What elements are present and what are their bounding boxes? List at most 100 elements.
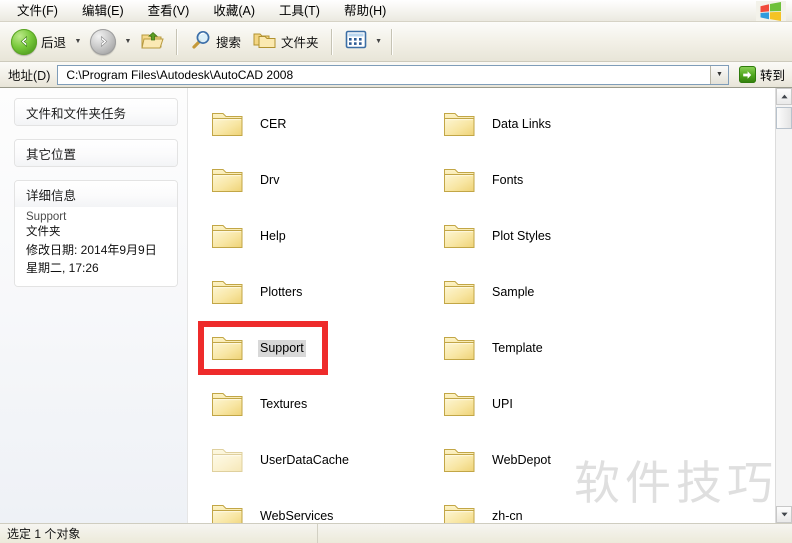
file-item-label: Support	[258, 339, 306, 357]
file-item-plotters[interactable]: Plotters	[202, 264, 434, 320]
file-item-label: Plot Styles	[492, 228, 552, 243]
toolbar-separator-2	[330, 28, 333, 55]
details-modified-date-line2: 星期二, 17:26	[26, 261, 99, 275]
scrollbar-thumb[interactable]	[776, 107, 792, 129]
folder-icon	[442, 108, 480, 140]
file-item-label: Data Links	[492, 116, 552, 131]
scroll-down-button[interactable]	[776, 506, 792, 523]
file-item-support[interactable]: Support	[202, 320, 434, 376]
status-bar: 选定 1 个对象	[0, 523, 792, 543]
folders-button[interactable]: 文件夹	[247, 25, 325, 59]
address-dropdown-icon[interactable]: ▼	[709, 65, 728, 84]
file-item-label: Plotters	[260, 284, 303, 299]
menu-edit[interactable]: 编辑(E)	[79, 2, 135, 20]
file-item-label: Textures	[260, 396, 308, 411]
menu-help[interactable]: 帮助(H)	[341, 2, 397, 20]
file-item-label: UPI	[492, 396, 513, 411]
panel-details[interactable]: 详细信息 Support 文件夹 修改日期: 2014年9月9日 星期二, 17…	[14, 180, 178, 287]
menu-file[interactable]: 文件(F)	[14, 2, 69, 20]
menu-tools[interactable]: 工具(T)	[276, 2, 331, 20]
file-item-label: Sample	[492, 284, 535, 299]
go-label: 转到	[759, 69, 785, 83]
up-folder-icon	[140, 29, 164, 54]
views-icon	[345, 30, 367, 53]
file-item-upi[interactable]: UPI	[434, 376, 666, 432]
folder-icon	[210, 108, 248, 140]
folder-icon	[210, 388, 248, 420]
folder-icon	[210, 500, 248, 523]
folder-icon	[442, 500, 480, 523]
file-item-help[interactable]: Help	[202, 208, 434, 264]
file-item-sample[interactable]: Sample	[434, 264, 666, 320]
address-bar: 地址(D) ▼ 转到	[0, 62, 792, 88]
file-item-data-links[interactable]: Data Links	[434, 96, 666, 152]
forward-dropdown-icon[interactable]: ▼	[122, 38, 134, 45]
go-button[interactable]: 转到	[736, 64, 788, 85]
file-item-label: UserDataCache	[260, 452, 349, 467]
folder-icon	[442, 388, 480, 420]
file-item-userdatacache[interactable]: UserDataCache	[202, 432, 434, 488]
folders-label: 文件夹	[281, 36, 319, 50]
status-filler	[318, 524, 792, 543]
scroll-up-button[interactable]	[776, 88, 792, 105]
details-item-type: 文件夹	[26, 226, 61, 238]
file-item-plot-styles[interactable]: Plot Styles	[434, 208, 666, 264]
folder-icon	[442, 444, 480, 476]
file-item-label: zh-cn	[492, 508, 523, 523]
file-item-label: Drv	[260, 172, 280, 187]
task-pane: 文件和文件夹任务 其它位置 详细信息 Support 文件夹 修改日期: 201…	[0, 88, 188, 523]
panel-details-title: 详细信息	[15, 181, 177, 207]
panel-file-folder-tasks[interactable]: 文件和文件夹任务	[14, 98, 178, 126]
file-item-label: WebDepot	[492, 452, 551, 467]
scrollbar-track[interactable]	[776, 105, 792, 506]
file-item-textures[interactable]: Textures	[202, 376, 434, 432]
folders-icon	[253, 29, 277, 54]
forward-button[interactable]	[84, 25, 122, 59]
panel-other-places[interactable]: 其它位置	[14, 139, 178, 167]
file-item-label: Fonts	[492, 172, 524, 187]
folder-icon	[210, 276, 248, 308]
panel-other-places-title: 其它位置	[15, 140, 177, 166]
folder-icon	[442, 164, 480, 196]
explorer-window: 文件(F) 编辑(E) 查看(V) 收藏(A) 工具(T) 帮助(H) 后退 ▼…	[0, 0, 792, 543]
content-area: 文件和文件夹任务 其它位置 详细信息 Support 文件夹 修改日期: 201…	[0, 88, 792, 523]
folder-icon	[442, 276, 480, 308]
back-arrow-icon	[11, 28, 37, 55]
search-label: 搜索	[216, 36, 242, 50]
file-item-label: CER	[260, 116, 287, 131]
windows-flag-icon	[756, 1, 786, 21]
vertical-scrollbar[interactable]	[775, 88, 792, 523]
address-input[interactable]	[58, 64, 710, 85]
file-item-label: Template	[492, 340, 543, 355]
back-label: 后退	[41, 36, 67, 50]
folder-icon	[210, 332, 248, 364]
toolbar-separator-1	[176, 28, 179, 55]
details-item-name: Support	[26, 211, 67, 223]
details-modified-date-line1: 修改日期: 2014年9月9日	[26, 243, 157, 257]
file-item-cer[interactable]: CER	[202, 96, 434, 152]
file-item-webservices[interactable]: WebServices	[202, 488, 434, 523]
search-button[interactable]: 搜索	[184, 25, 247, 59]
file-item-drv[interactable]: Drv	[202, 152, 434, 208]
address-input-wrapper[interactable]: ▼	[57, 64, 729, 85]
folder-icon	[210, 444, 248, 476]
folder-icon	[210, 220, 248, 252]
status-selection-text: 选定 1 个对象	[0, 524, 318, 543]
menu-view[interactable]: 查看(V)	[145, 2, 201, 20]
file-item-template[interactable]: Template	[434, 320, 666, 376]
address-label: 地址(D)	[8, 69, 51, 83]
panel-file-folder-tasks-title: 文件和文件夹任务	[15, 99, 177, 125]
up-button[interactable]	[134, 25, 170, 59]
file-list-pane[interactable]: CER Data Links Drv Fonts Help Plot Style…	[188, 88, 792, 523]
back-dropdown-icon[interactable]: ▼	[72, 38, 84, 45]
back-button[interactable]: 后退	[5, 25, 72, 59]
go-arrow-icon	[738, 66, 756, 83]
menu-bar: 文件(F) 编辑(E) 查看(V) 收藏(A) 工具(T) 帮助(H)	[0, 0, 792, 22]
magnifier-icon	[190, 29, 212, 54]
menu-favorites[interactable]: 收藏(A)	[210, 2, 266, 20]
views-dropdown-icon[interactable]: ▼	[373, 38, 385, 45]
file-item-label: WebServices	[260, 508, 334, 523]
views-button[interactable]	[339, 25, 373, 59]
file-item-fonts[interactable]: Fonts	[434, 152, 666, 208]
folder-icon	[442, 332, 480, 364]
